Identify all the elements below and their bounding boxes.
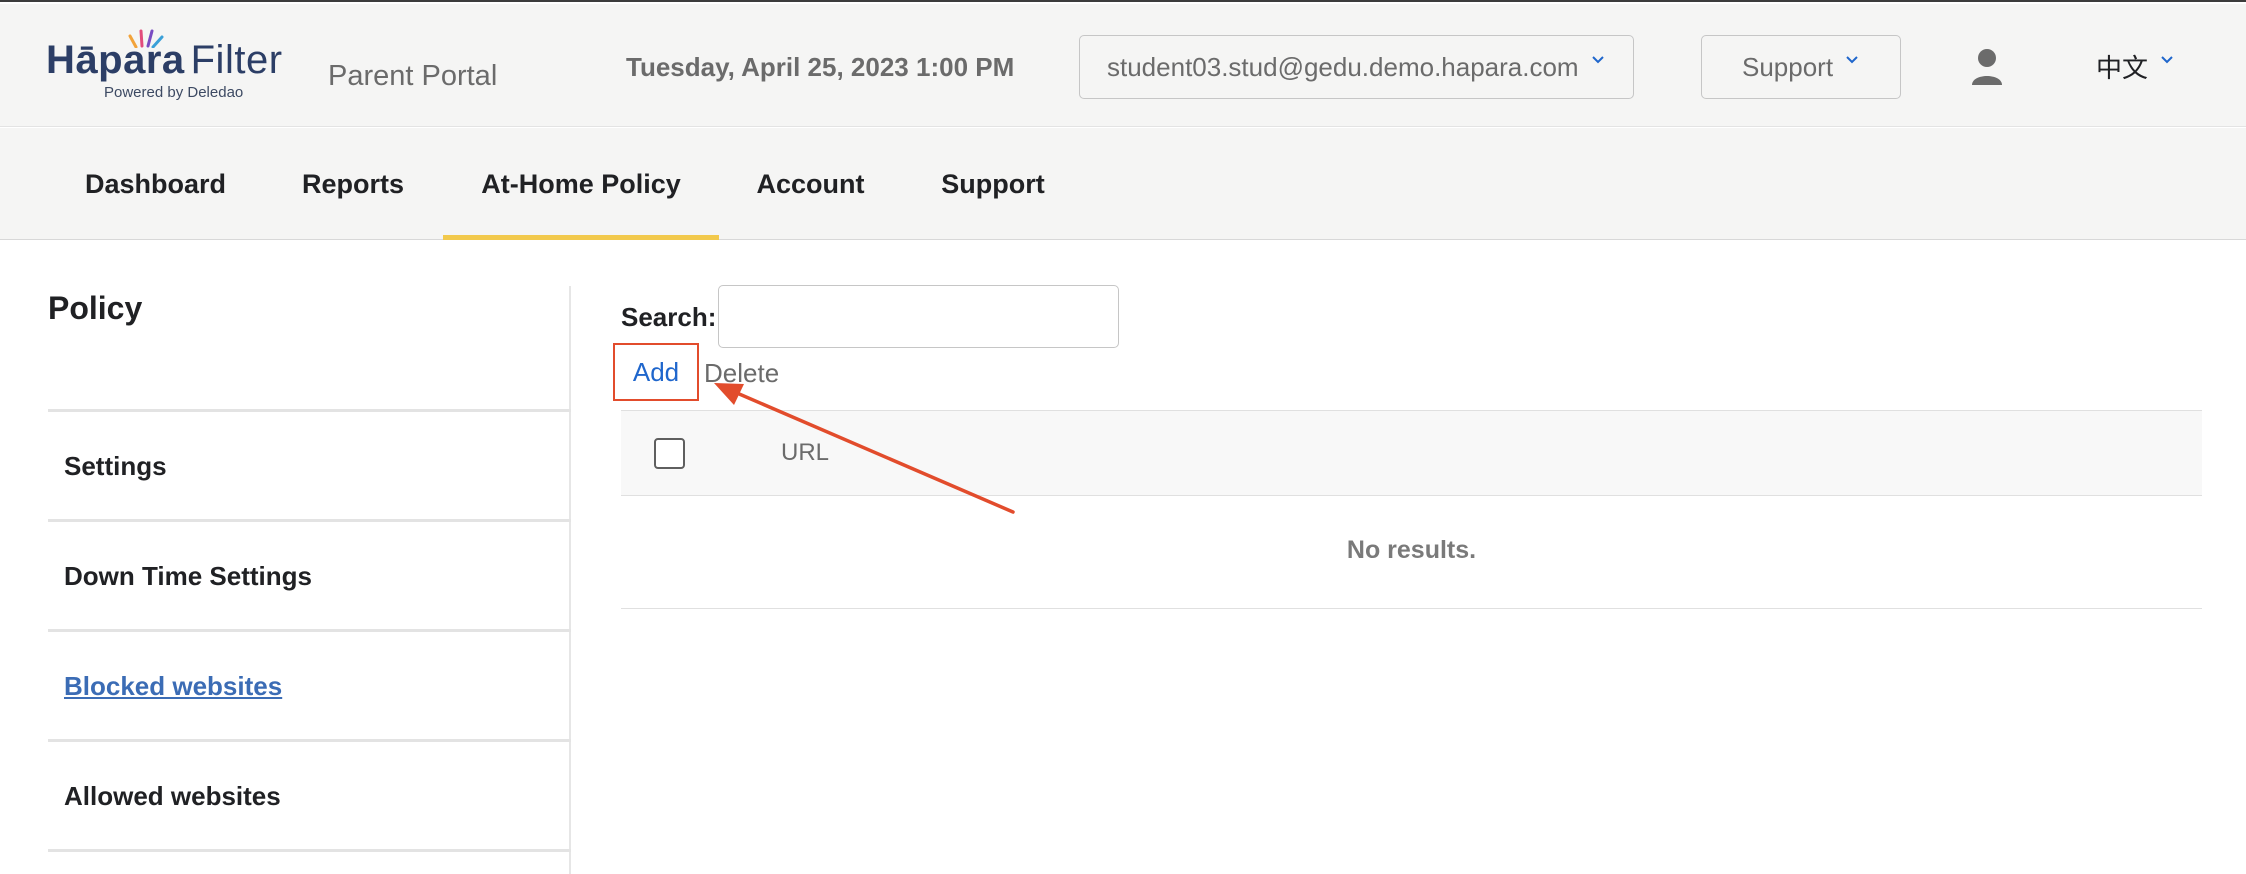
no-results-text: No results. bbox=[1346, 536, 1477, 564]
policy-sidebar: Policy Settings Down Time Settings Block… bbox=[48, 286, 571, 874]
sidebar-item-blocked-websites[interactable]: Blocked websites bbox=[48, 632, 571, 740]
hapara-filter-logo[interactable]: Hāpara Filter Powered by Deledao bbox=[46, 29, 310, 106]
annotation-arrow-icon bbox=[714, 383, 1015, 514]
language-selector[interactable]: 中文 bbox=[2096, 48, 2174, 85]
logo-word-filter: Filter bbox=[190, 38, 283, 82]
chevron-down-icon bbox=[2161, 55, 2173, 63]
chevron-down-icon bbox=[1846, 56, 1858, 64]
student-select-value: student03.stud@gedu.demo.hapara.com bbox=[1107, 51, 1579, 82]
app-root: Hāpara Filter Powered by Deledao Parent P… bbox=[0, 0, 2246, 874]
sidebar-title: Policy bbox=[48, 290, 143, 326]
chevron-down-icon bbox=[1591, 56, 1604, 64]
search-input[interactable] bbox=[718, 285, 1119, 348]
logo-wordmark: Hāpara Filter bbox=[46, 38, 283, 82]
student-select[interactable]: student03.stud@gedu.demo.hapara.com bbox=[1079, 35, 1634, 99]
sidebar-item-settings[interactable]: Settings bbox=[48, 412, 571, 520]
tab-dashboard[interactable]: Dashboard bbox=[48, 128, 263, 240]
add-button[interactable]: Add bbox=[613, 343, 699, 401]
sidebar-item-down-time-settings[interactable]: Down Time Settings bbox=[48, 522, 571, 630]
tab-support[interactable]: Support bbox=[902, 128, 1084, 240]
support-dropdown-label: Support bbox=[1742, 51, 1834, 82]
user-icon[interactable] bbox=[1970, 47, 2004, 87]
portal-title: Parent Portal bbox=[328, 60, 498, 92]
tab-reports[interactable]: Reports bbox=[283, 128, 423, 240]
tab-account[interactable]: Account bbox=[739, 128, 882, 240]
support-dropdown[interactable]: Support bbox=[1701, 35, 1901, 99]
language-label: 中文 bbox=[2096, 53, 2149, 83]
search-label: Search: bbox=[621, 302, 717, 332]
top-header: Hāpara Filter Powered by Deledao Parent P… bbox=[0, 4, 2246, 127]
current-datetime: Tuesday, April 25, 2023 1:00 PM bbox=[626, 52, 1015, 82]
tab-at-home-policy[interactable]: At-Home Policy bbox=[443, 128, 719, 240]
sidebar-item-allowed-websites[interactable]: Allowed websites bbox=[48, 742, 571, 850]
select-all-checkbox[interactable] bbox=[654, 438, 685, 469]
main-nav: Dashboard Reports At-Home Policy Account… bbox=[0, 128, 2246, 240]
sidebar-divider bbox=[48, 849, 571, 852]
logo-powered-by: Powered by Deledao bbox=[104, 84, 244, 101]
logo-word-hapara: Hāpara bbox=[46, 38, 185, 82]
